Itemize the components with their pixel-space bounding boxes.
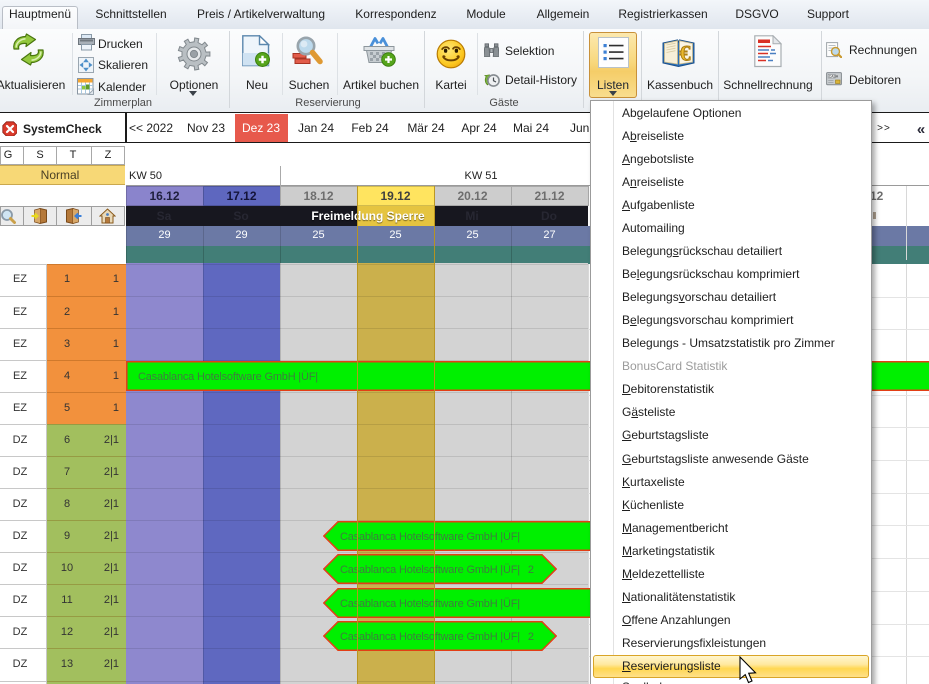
svg-text:2: 2 — [528, 631, 534, 643]
svg-text:CASH: CASH — [829, 75, 839, 79]
svg-text:Casablanca Hotelsoftware GmbH: Casablanca Hotelsoftware GmbH |ÜF| — [340, 598, 520, 610]
svg-text:Casablanca Hotelsoftware GmbH: Casablanca Hotelsoftware GmbH |ÜF| — [340, 531, 520, 543]
svg-text:Casablanca Hotelsoftware GmbH: Casablanca Hotelsoftware GmbH |ÜF| — [340, 564, 520, 576]
svg-text:Casablanca Hotelsoftware GmbH: Casablanca Hotelsoftware GmbH |ÜF| — [340, 631, 520, 643]
svg-text:Casablanca Hotelsoftware GmbH: Casablanca Hotelsoftware GmbH |ÜF| — [138, 371, 318, 383]
svg-text:€: € — [680, 41, 691, 66]
svg-text:2: 2 — [528, 564, 534, 576]
